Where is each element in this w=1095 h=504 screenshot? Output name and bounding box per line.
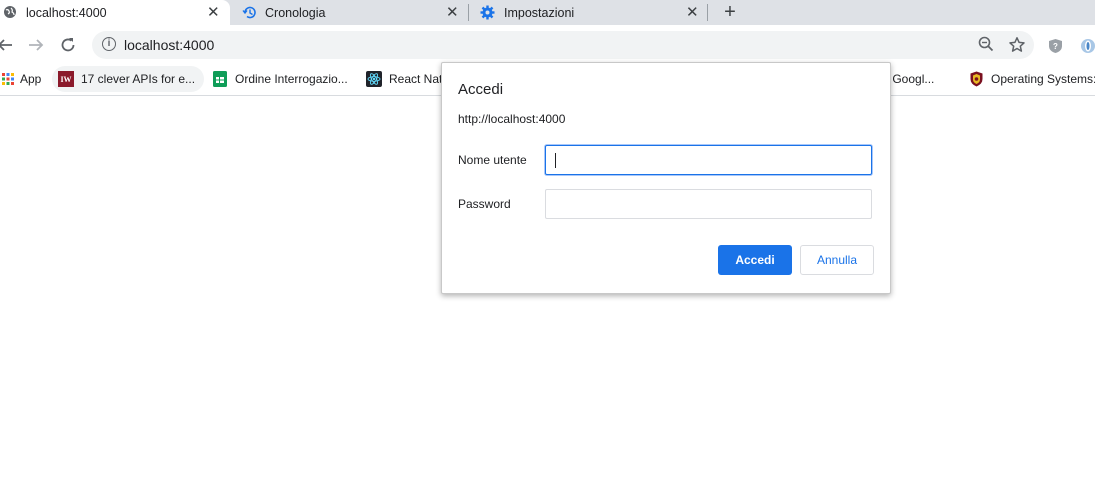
bookmark-label: 17 clever APIs for e... (81, 72, 196, 86)
zoom-icon[interactable] (977, 35, 995, 53)
username-field[interactable] (545, 145, 872, 175)
cancel-button[interactable]: Annulla (800, 245, 874, 275)
globe-icon (4, 6, 16, 18)
browser-toolbar: i localhost:4000 ? (0, 25, 1095, 65)
tab-title: Cronologia (265, 5, 326, 20)
text-caret (555, 153, 556, 168)
reload-button[interactable] (57, 34, 79, 56)
extension-icon[interactable] (1080, 38, 1095, 54)
apps-grid-icon (0, 71, 16, 87)
tab-separator (707, 4, 708, 21)
bookmark-label: React Nat (389, 72, 443, 86)
tab-separator (468, 4, 469, 21)
reload-icon (61, 38, 75, 52)
back-arrow-icon (0, 39, 12, 51)
close-tab-icon[interactable]: ✕ (207, 5, 220, 20)
address-bar[interactable]: i localhost:4000 (92, 31, 1034, 59)
tab-title: localhost:4000 (26, 5, 107, 20)
dialog-title: Accedi (458, 81, 504, 98)
bookmark-apps[interactable]: App (0, 66, 41, 92)
dialog-origin: http://localhost:4000 (458, 112, 566, 126)
forward-arrow-icon (29, 39, 44, 51)
close-tab-icon[interactable]: ✕ (446, 5, 459, 20)
bookmark-ordine[interactable]: Ordine Interrogazio... (212, 66, 348, 92)
bookmark-react[interactable]: React Nat (366, 66, 442, 92)
auth-dialog: Accedi http://localhost:4000 Nome utente… (441, 62, 891, 294)
bookmark-label: Operating Systems:... (991, 72, 1095, 86)
tab-impostazioni[interactable]: Impostazioni ✕ (470, 0, 706, 25)
close-tab-icon[interactable]: ✕ (686, 5, 699, 20)
tab-cronologia[interactable]: Cronologia ✕ (232, 0, 468, 25)
settings-gear-icon (480, 5, 495, 20)
history-icon (242, 6, 256, 19)
new-tab-button[interactable]: + (719, 1, 741, 23)
google-sheets-icon (212, 71, 228, 87)
tab-localhost[interactable]: localhost:4000 ✕ (0, 0, 230, 25)
react-icon (366, 71, 382, 87)
password-label: Password (458, 197, 511, 211)
password-field[interactable] (545, 189, 872, 219)
tab-strip: localhost:4000 ✕ Cronologia ✕ Impostazio… (0, 0, 1095, 25)
iw-favicon: IW (58, 71, 74, 87)
bookmark-label: App (20, 72, 42, 86)
username-label: Nome utente (458, 153, 527, 167)
tab-title: Impostazioni (504, 5, 575, 20)
shield-crest-icon (968, 71, 984, 87)
bookmark-operating-systems[interactable]: Operating Systems:... (968, 66, 1095, 92)
bookmark-star-icon[interactable] (1008, 36, 1026, 54)
svg-text:?: ? (1053, 42, 1058, 51)
address-url[interactable]: localhost:4000 (124, 37, 214, 53)
bookmark-clever-apis[interactable]: IW 17 clever APIs for e... (52, 66, 205, 92)
login-button[interactable]: Accedi (718, 245, 792, 275)
extension-shield-icon[interactable]: ? (1048, 38, 1063, 54)
bookmark-label: Ordine Interrogazio... (235, 72, 348, 86)
site-info-icon[interactable]: i (102, 37, 116, 51)
back-button[interactable] (0, 34, 16, 56)
forward-button[interactable] (25, 34, 47, 56)
